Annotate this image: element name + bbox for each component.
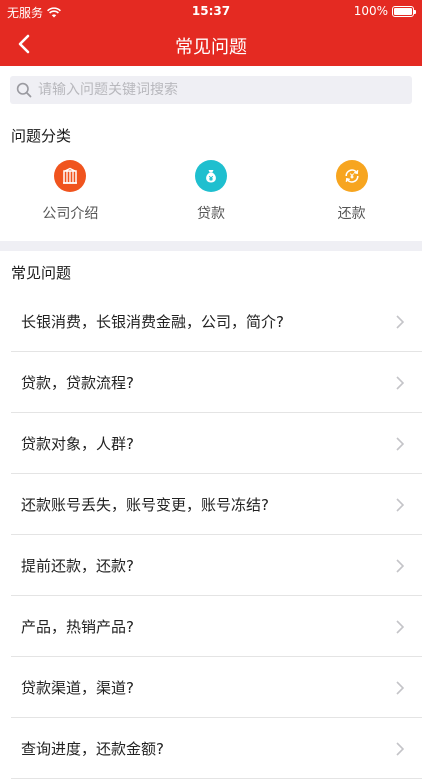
category-company-intro[interactable]: 公司介绍 <box>0 160 141 240</box>
faq-heading: 常见问题 <box>11 264 72 282</box>
categories-heading: 问题分类 <box>11 127 72 145</box>
search-icon <box>16 82 32 98</box>
faq-item[interactable]: 贷款渠道，渠道? <box>11 657 422 718</box>
chevron-right-icon <box>396 742 404 756</box>
page-title: 常见问题 <box>175 37 247 58</box>
faq-question: 查询进度，还款金额? <box>21 739 164 758</box>
faq-item[interactable]: 提前还款，还款? <box>11 535 422 596</box>
refresh-yen-icon <box>335 160 368 192</box>
faq-item[interactable]: 贷款，贷款流程? <box>11 352 422 413</box>
building-icon <box>54 160 87 192</box>
faq-question: 长银消费，长银消费金融，公司，简介? <box>21 312 284 331</box>
search-box[interactable] <box>10 76 412 104</box>
category-row: 公司介绍 贷款 还款 <box>0 160 422 240</box>
faq-question: 贷款对象，人群? <box>21 434 134 453</box>
category-label: 公司介绍 <box>42 206 99 222</box>
faq-question: 提前还款，还款? <box>21 556 134 575</box>
chevron-right-icon <box>396 559 404 573</box>
faq-question: 还款账号丢失，账号变更，账号冻结? <box>21 495 269 514</box>
chevron-right-icon <box>396 376 404 390</box>
battery-percent: 100% <box>353 4 388 18</box>
search-bar <box>0 66 422 114</box>
category-repayment[interactable]: 还款 <box>281 160 422 240</box>
chevron-right-icon <box>396 437 404 451</box>
faq-list: 长银消费，长银消费金融，公司，简介? 贷款，贷款流程? 贷款对象，人群? 还款账… <box>0 291 422 779</box>
faq-question: 贷款渠道，渠道? <box>21 678 134 697</box>
money-bag-icon <box>194 160 227 192</box>
faq-question: 贷款，贷款流程? <box>21 373 134 392</box>
chevron-right-icon <box>396 620 404 634</box>
battery-icon <box>392 5 416 17</box>
status-bar: 无服务 15:37 100% <box>0 0 422 22</box>
category-label: 贷款 <box>196 206 225 222</box>
search-input[interactable] <box>38 82 398 98</box>
faq-item[interactable]: 贷款对象，人群? <box>11 413 422 474</box>
section-divider <box>0 241 422 251</box>
faq-question: 产品，热销产品? <box>21 617 134 636</box>
chevron-right-icon <box>396 315 404 329</box>
status-right: 100% <box>353 4 416 18</box>
faq-item[interactable]: 还款账号丢失，账号变更，账号冻结? <box>11 474 422 535</box>
faq-item[interactable]: 产品，热销产品? <box>11 596 422 657</box>
chevron-right-icon <box>396 498 404 512</box>
category-label: 还款 <box>337 206 366 222</box>
header: 无服务 15:37 100% 常见问题 <box>0 0 422 66</box>
faq-item[interactable]: 长银消费，长银消费金融，公司，简介? <box>11 291 422 352</box>
category-loan[interactable]: 贷款 <box>141 160 282 240</box>
nav-bar: 常见问题 <box>0 22 422 66</box>
faq-item[interactable]: 查询进度，还款金额? <box>11 718 422 779</box>
chevron-right-icon <box>396 681 404 695</box>
